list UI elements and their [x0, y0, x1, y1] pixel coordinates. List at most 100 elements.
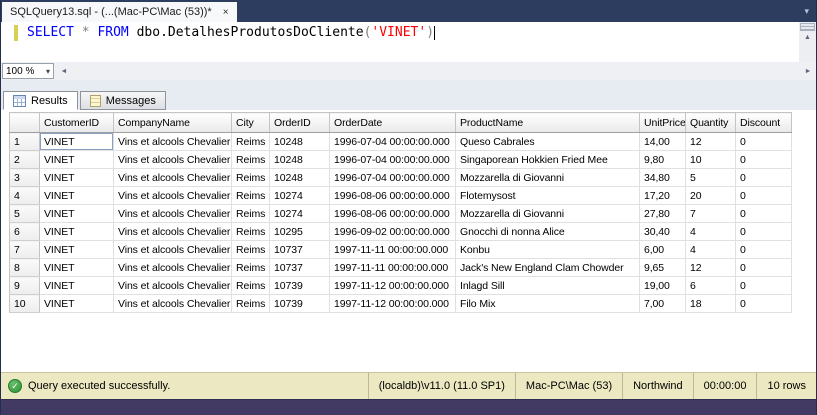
grid-cell[interactable]: 1996-07-04 00:00:00.000: [329, 150, 456, 169]
row-number[interactable]: 6: [9, 222, 40, 241]
grid-cell[interactable]: 1997-11-12 00:00:00.000: [329, 276, 456, 295]
column-header[interactable]: City: [231, 112, 270, 133]
pane-splitter[interactable]: [1, 80, 816, 90]
grid-cell[interactable]: Vins et alcools Chevalier: [113, 150, 232, 169]
grid-cell[interactable]: Vins et alcools Chevalier: [113, 222, 232, 241]
grid-cell[interactable]: 1996-07-04 00:00:00.000: [329, 132, 456, 151]
grid-cell[interactable]: 17,20: [639, 186, 686, 205]
grid-cell[interactable]: Singaporean Hokkien Fried Mee: [455, 150, 640, 169]
grid-cell[interactable]: 10248: [269, 150, 330, 169]
grid-cell[interactable]: 1996-08-06 00:00:00.000: [329, 204, 456, 223]
grid-cell[interactable]: 6,00: [639, 240, 686, 259]
editor-horizontal-scrollbar[interactable]: 100 % ▾ ◄ ►: [1, 62, 816, 80]
grid-cell[interactable]: 1997-11-11 00:00:00.000: [329, 258, 456, 277]
grid-cell[interactable]: 0: [735, 222, 792, 241]
grid-cell[interactable]: 0: [735, 276, 792, 295]
grid-cell[interactable]: Reims: [231, 168, 270, 187]
grid-cell[interactable]: 0: [735, 240, 792, 259]
grid-cell[interactable]: 0: [735, 168, 792, 187]
tab-results[interactable]: Results: [3, 91, 78, 110]
row-number[interactable]: 5: [9, 204, 40, 223]
grid-cell[interactable]: Jack's New England Clam Chowder: [455, 258, 640, 277]
grid-cell[interactable]: Vins et alcools Chevalier: [113, 204, 232, 223]
grid-cell[interactable]: Vins et alcools Chevalier: [113, 258, 232, 277]
grid-cell[interactable]: Reims: [231, 222, 270, 241]
grid-cell[interactable]: Reims: [231, 240, 270, 259]
column-header[interactable]: UnitPrice: [639, 112, 686, 133]
grid-cell[interactable]: 10739: [269, 294, 330, 313]
column-header[interactable]: Quantity: [685, 112, 736, 133]
column-header[interactable]: CustomerID: [39, 112, 114, 133]
zoom-control[interactable]: 100 % ▾: [2, 63, 54, 79]
tab-list-chevron-icon[interactable]: ▾: [804, 6, 809, 17]
grid-cell[interactable]: 7,00: [639, 294, 686, 313]
grid-cell[interactable]: 10: [685, 150, 736, 169]
grid-cell[interactable]: 0: [735, 132, 792, 151]
grid-cell[interactable]: 12: [685, 132, 736, 151]
grid-cell[interactable]: 10737: [269, 258, 330, 277]
grid-cell[interactable]: 14,00: [639, 132, 686, 151]
grid-cell[interactable]: VINET: [39, 186, 114, 205]
grid-cell[interactable]: Reims: [231, 132, 270, 151]
grid-cell[interactable]: Reims: [231, 186, 270, 205]
grid-cell[interactable]: Vins et alcools Chevalier: [113, 240, 232, 259]
grid-cell[interactable]: 10739: [269, 276, 330, 295]
grid-cell[interactable]: 34,80: [639, 168, 686, 187]
editor-vertical-scrollbar[interactable]: ▲: [799, 22, 816, 62]
grid-cell[interactable]: 1996-08-06 00:00:00.000: [329, 186, 456, 205]
grid-cell[interactable]: Vins et alcools Chevalier: [113, 168, 232, 187]
column-header[interactable]: OrderDate: [329, 112, 456, 133]
grid-cell[interactable]: Konbu: [455, 240, 640, 259]
grid-cell[interactable]: 12: [685, 258, 736, 277]
grid-cell[interactable]: 27,80: [639, 204, 686, 223]
grid-cell[interactable]: 1997-11-12 00:00:00.000: [329, 294, 456, 313]
select-all-corner[interactable]: [9, 112, 40, 133]
scroll-right-icon[interactable]: ►: [800, 68, 816, 75]
grid-cell[interactable]: Reims: [231, 150, 270, 169]
grid-cell[interactable]: 1996-09-02 00:00:00.000: [329, 222, 456, 241]
grid-cell[interactable]: Filo Mix: [455, 294, 640, 313]
grid-cell[interactable]: Mozzarella di Giovanni: [455, 204, 640, 223]
column-header[interactable]: Discount: [735, 112, 792, 133]
grid-cell[interactable]: VINET: [39, 132, 114, 151]
grid-cell[interactable]: Gnocchi di nonna Alice: [455, 222, 640, 241]
grid-cell[interactable]: 4: [685, 222, 736, 241]
grid-cell[interactable]: Reims: [231, 276, 270, 295]
grid-cell[interactable]: 9,80: [639, 150, 686, 169]
grid-cell[interactable]: 30,40: [639, 222, 686, 241]
grid-cell[interactable]: Mozzarella di Giovanni: [455, 168, 640, 187]
grid-cell[interactable]: Reims: [231, 258, 270, 277]
grid-cell[interactable]: Vins et alcools Chevalier: [113, 132, 232, 151]
grid-cell[interactable]: 10274: [269, 186, 330, 205]
grid-cell[interactable]: 0: [735, 258, 792, 277]
sql-editor[interactable]: SELECT * FROM dbo.DetalhesProdutosDoClie…: [1, 22, 816, 62]
grid-cell[interactable]: 10295: [269, 222, 330, 241]
column-header[interactable]: OrderID: [269, 112, 330, 133]
grid-cell[interactable]: Flotemysost: [455, 186, 640, 205]
grid-cell[interactable]: 10248: [269, 132, 330, 151]
sql-code-line[interactable]: SELECT * FROM dbo.DetalhesProdutosDoClie…: [21, 22, 436, 62]
grid-cell[interactable]: VINET: [39, 276, 114, 295]
grid-cell[interactable]: 0: [735, 294, 792, 313]
hscroll-track[interactable]: [72, 62, 800, 80]
grid-cell[interactable]: Reims: [231, 204, 270, 223]
grid-cell[interactable]: Vins et alcools Chevalier: [113, 294, 232, 313]
column-header[interactable]: ProductName: [455, 112, 640, 133]
grid-cell[interactable]: 9,65: [639, 258, 686, 277]
grid-cell[interactable]: VINET: [39, 240, 114, 259]
row-number[interactable]: 10: [9, 294, 40, 313]
grid-cell[interactable]: 5: [685, 168, 736, 187]
grid-cell[interactable]: Vins et alcools Chevalier: [113, 276, 232, 295]
grid-cell[interactable]: 1996-07-04 00:00:00.000: [329, 168, 456, 187]
row-number[interactable]: 4: [9, 186, 40, 205]
splitter-grip-icon[interactable]: [800, 23, 815, 31]
close-icon[interactable]: ×: [221, 7, 231, 18]
grid-cell[interactable]: 0: [735, 150, 792, 169]
grid-cell[interactable]: VINET: [39, 222, 114, 241]
column-header[interactable]: CompanyName: [113, 112, 232, 133]
document-tab[interactable]: SQLQuery13.sql - (...(Mac-PC\Mac (53))* …: [2, 2, 237, 22]
grid-cell[interactable]: VINET: [39, 294, 114, 313]
row-number[interactable]: 7: [9, 240, 40, 259]
row-number[interactable]: 2: [9, 150, 40, 169]
grid-cell[interactable]: VINET: [39, 150, 114, 169]
